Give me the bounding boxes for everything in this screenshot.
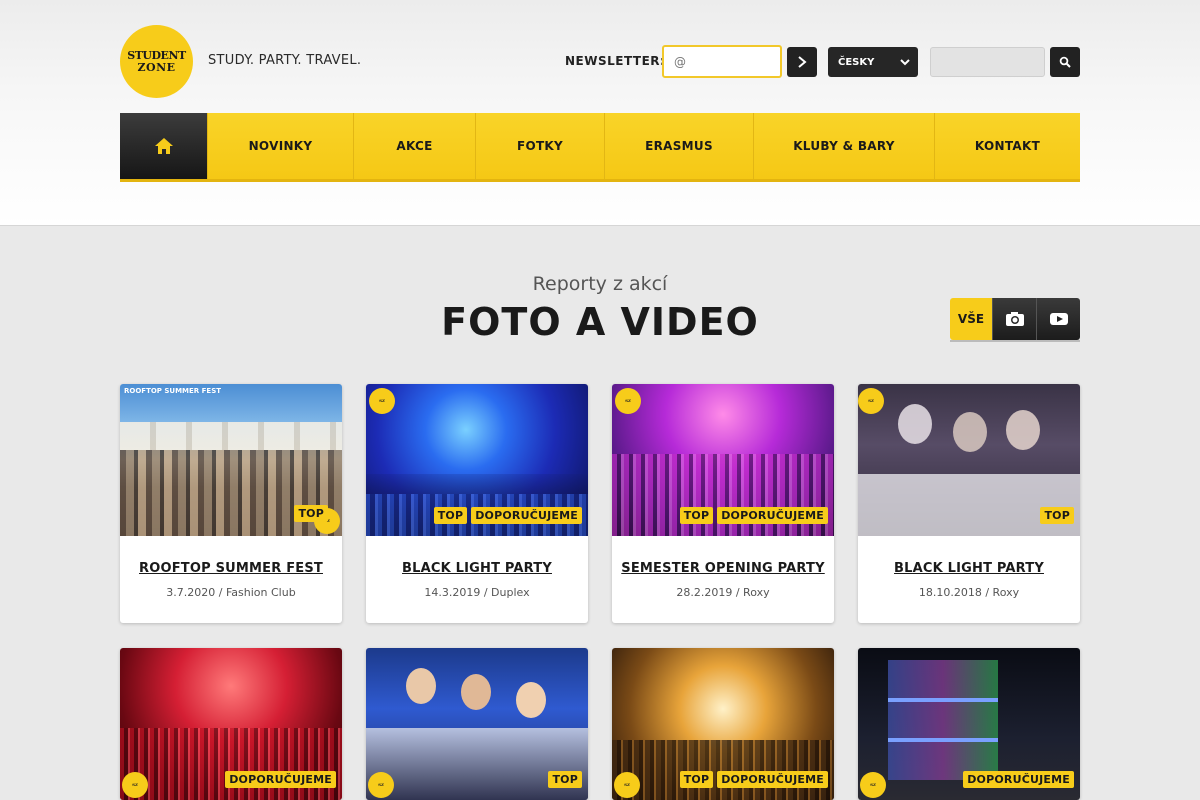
- gallery-card[interactable]: SZ TOP DOPORUČUJEME SEMESTER OPENING PAR…: [612, 384, 834, 623]
- nav-item-kluby-bary[interactable]: KLUBY & BARY: [753, 113, 934, 179]
- watermark-logo: SZ: [615, 388, 641, 414]
- watermark-logo: SZ: [369, 388, 395, 414]
- nav-item-erasmus[interactable]: ERASMUS: [604, 113, 753, 179]
- card-image[interactable]: SZ DOPORUČUJEME: [120, 648, 342, 800]
- badge-doporucujeme: DOPORUČUJEME: [225, 771, 336, 788]
- card-image[interactable]: SZ TOP: [366, 648, 588, 800]
- card-title[interactable]: BLACK LIGHT PARTY: [858, 536, 1080, 576]
- card-title[interactable]: ROOFTOP SUMMER FEST: [120, 536, 342, 576]
- nav-item-fotky[interactable]: FOTKY: [475, 113, 604, 179]
- logo-line-2: ZONE: [137, 61, 176, 74]
- badge-doporucujeme: DOPORUČUJEME: [471, 507, 582, 524]
- badge-top: TOP: [679, 771, 714, 788]
- card-meta: 18.10.2018 / Roxy: [918, 586, 1020, 599]
- card-image[interactable]: SZ DOPORUČUJEME: [858, 648, 1080, 800]
- site-header: STUDENT ZONE STUDY. PARTY. TRAVEL. NEWSL…: [0, 0, 1200, 226]
- watermark-logo: SZ: [614, 772, 640, 798]
- tagline: STUDY. PARTY. TRAVEL.: [208, 53, 362, 68]
- language-select[interactable]: ČESKY: [828, 47, 918, 77]
- site-logo[interactable]: STUDENT ZONE: [120, 25, 193, 98]
- badge-top: TOP: [548, 771, 582, 788]
- gallery-card[interactable]: SZ TOP DOPORUČUJEME BLACK LIGHT PARTY 14…: [366, 384, 588, 623]
- watermark-logo: SZ: [368, 772, 394, 798]
- card-meta: 14.3.2019 / Duplex: [424, 586, 530, 599]
- chevron-down-icon: [900, 59, 910, 66]
- card-meta: 28.2.2019 / Roxy: [676, 586, 770, 599]
- card-title[interactable]: SEMESTER OPENING PARTY: [612, 536, 834, 576]
- gallery-card[interactable]: SZ DOPORUČUJEME: [858, 648, 1080, 800]
- nav-home[interactable]: [120, 113, 207, 179]
- badge-top: TOP: [679, 507, 714, 524]
- media-filter: VŠE: [950, 298, 1080, 340]
- badge-doporucujeme: DOPORUČUJEME: [717, 771, 828, 788]
- logo-line-1: STUDENT: [127, 49, 186, 62]
- language-label: ČESKY: [838, 56, 875, 68]
- gallery-card[interactable]: SZ TOP DOPORUČUJEME: [612, 648, 834, 800]
- badge-doporucujeme: DOPORUČUJEME: [963, 771, 1074, 788]
- nav-item-kontakt[interactable]: KONTAKT: [934, 113, 1080, 179]
- search-button[interactable]: [1050, 47, 1080, 77]
- filter-video-button[interactable]: [1036, 298, 1080, 340]
- newsletter-email-input[interactable]: [662, 45, 782, 78]
- card-image[interactable]: SZ TOP DOPORUČUJEME: [612, 384, 834, 536]
- filter-photo-button[interactable]: [992, 298, 1036, 340]
- watermark-logo: SZ: [858, 388, 884, 414]
- card-image[interactable]: SZ TOP: [858, 384, 1080, 536]
- watermark-logo: SZ: [860, 772, 886, 798]
- card-meta: 3.7.2020 / Fashion Club: [166, 586, 296, 599]
- search-icon: [1059, 56, 1071, 68]
- card-image[interactable]: ROOFTOP SUMMER FEST SZ TOP: [120, 384, 342, 536]
- video-play-icon: [1049, 313, 1068, 325]
- chevron-right-icon: [798, 56, 807, 68]
- badge-top: TOP: [1040, 507, 1074, 524]
- main-nav: NOVINKY AKCE FOTKY ERASMUS KLUBY & BARY …: [120, 113, 1080, 179]
- home-icon: [154, 138, 173, 154]
- card-image[interactable]: SZ TOP DOPORUČUJEME: [366, 384, 588, 536]
- card-title[interactable]: BLACK LIGHT PARTY: [366, 536, 588, 576]
- camera-icon: [1005, 312, 1024, 326]
- nav-item-akce[interactable]: AKCE: [353, 113, 475, 179]
- badge-doporucujeme: DOPORUČUJEME: [717, 507, 828, 524]
- badge-top: TOP: [294, 505, 328, 522]
- gallery-card[interactable]: SZ TOP BLACK LIGHT PARTY 18.10.2018 / Ro…: [858, 384, 1080, 623]
- filter-all-button[interactable]: VŠE: [950, 298, 992, 340]
- gallery-card[interactable]: SZ DOPORUČUJEME: [120, 648, 342, 800]
- newsletter-submit-button[interactable]: [787, 47, 817, 77]
- search-input[interactable]: [930, 47, 1045, 77]
- nav-item-novinky[interactable]: NOVINKY: [207, 113, 353, 179]
- gallery-card[interactable]: SZ TOP: [366, 648, 588, 800]
- gallery-card[interactable]: ROOFTOP SUMMER FEST SZ TOP ROOFTOP SUMME…: [120, 384, 342, 623]
- section-subtitle: Reporty z akcí: [532, 273, 668, 295]
- card-image[interactable]: SZ TOP DOPORUČUJEME: [612, 648, 834, 800]
- card-image-caption: ROOFTOP SUMMER FEST: [124, 387, 222, 395]
- watermark-logo: SZ: [122, 772, 148, 798]
- newsletter-label: NEWSLETTER:: [565, 54, 666, 68]
- badge-top: TOP: [433, 507, 468, 524]
